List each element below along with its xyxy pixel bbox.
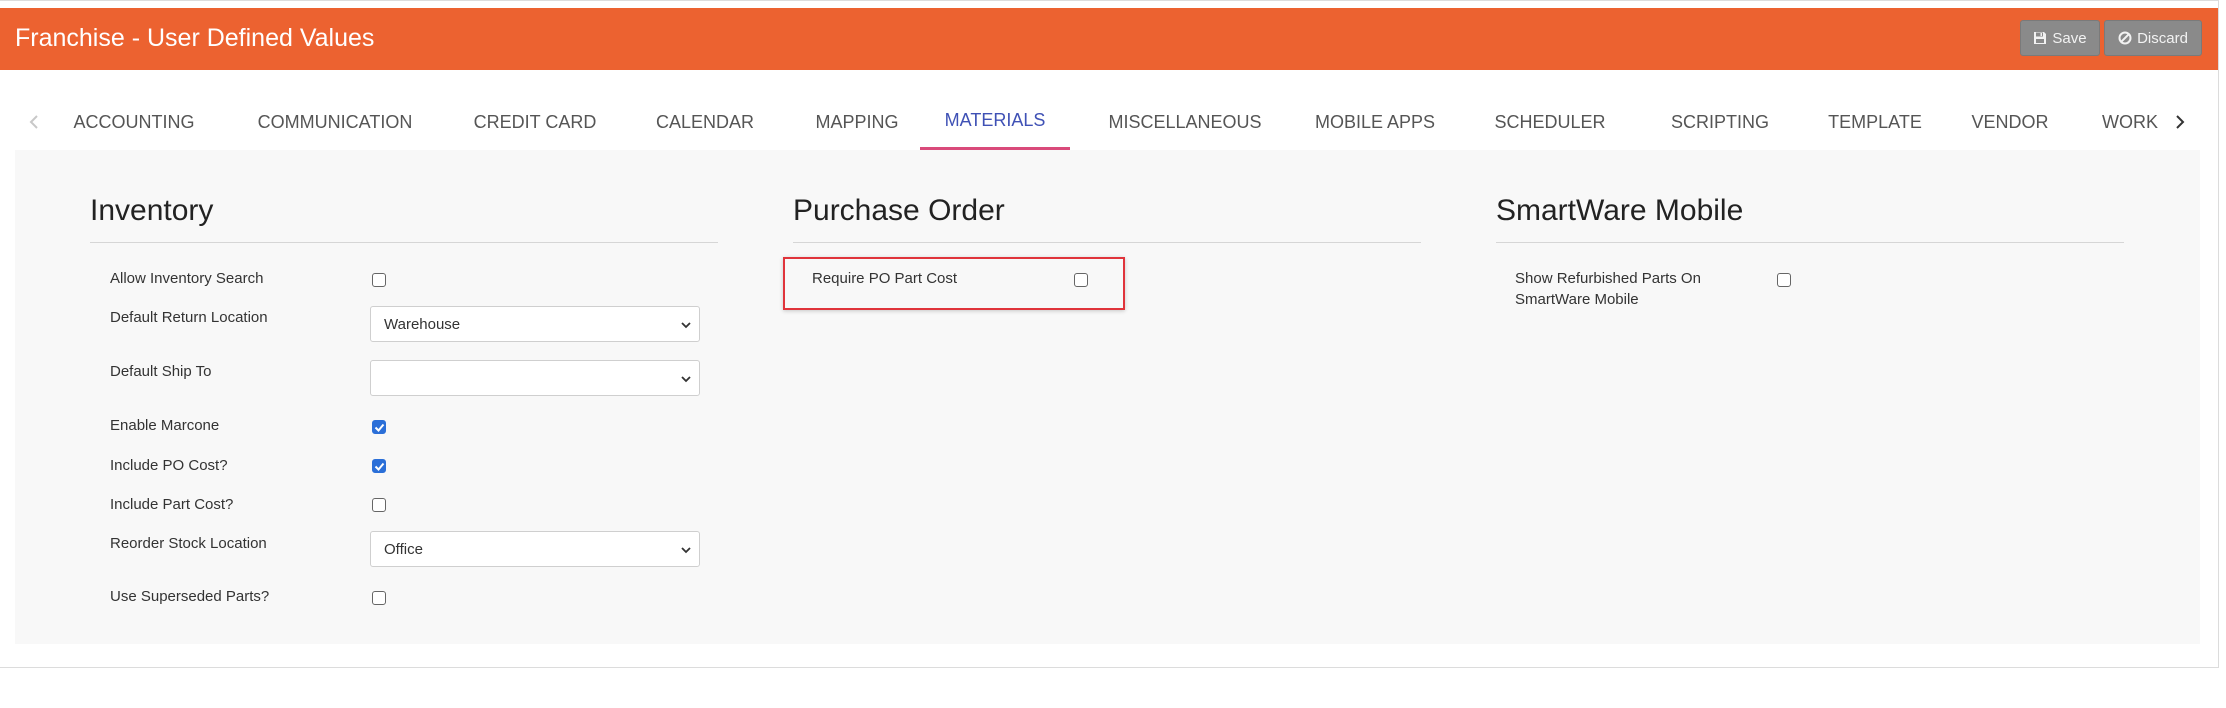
tab-template[interactable]: TEMPLATE [1815, 94, 1935, 150]
include-part-cost-checkbox[interactable] [372, 498, 386, 512]
default-ship-to-label: Default Ship To [110, 363, 212, 380]
tab-miscellaneous[interactable]: MISCELLANEOUS [1105, 94, 1265, 150]
require-po-part-cost-checkbox[interactable] [1074, 273, 1088, 287]
tab-materials[interactable]: MATERIALS [920, 94, 1070, 150]
tab-scroll-left[interactable] [19, 94, 49, 150]
inventory-divider [90, 242, 718, 243]
tab-mobile-apps[interactable]: MOBILE APPS [1305, 94, 1445, 150]
chevron-down-icon [681, 547, 691, 554]
allow-inventory-search-label: Allow Inventory Search [110, 270, 264, 287]
show-refurbished-parts-label: Show Refurbished Parts On SmartWare Mobi… [1515, 268, 1701, 310]
tab-scroll-right[interactable] [2165, 94, 2195, 150]
chevron-down-icon [681, 376, 691, 383]
show-refurbished-parts-checkbox[interactable] [1777, 273, 1791, 287]
smartware-mobile-divider [1496, 242, 2124, 243]
discard-button[interactable]: Discard [2104, 20, 2202, 56]
default-return-location-select[interactable]: Warehouse [370, 306, 700, 342]
ban-icon [2118, 31, 2132, 45]
inventory-title: Inventory [90, 194, 214, 227]
save-icon [2034, 32, 2047, 44]
include-po-cost-label: Include PO Cost? [110, 457, 228, 474]
tab-accounting[interactable]: ACCOUNTING [69, 94, 199, 150]
tab-scripting[interactable]: SCRIPTING [1660, 94, 1780, 150]
discard-button-label: Discard [2137, 29, 2188, 47]
page-title: Franchise - User Defined Values [15, 24, 375, 52]
save-button[interactable]: Save [2020, 20, 2100, 56]
default-return-location-value: Warehouse [384, 315, 461, 333]
materials-panel [15, 150, 2200, 644]
chevron-right-icon [2176, 115, 2185, 129]
enable-marcone-checkbox[interactable] [372, 420, 386, 434]
tab-credit-card[interactable]: CREDIT CARD [470, 94, 600, 150]
use-superseded-parts-checkbox[interactable] [372, 591, 386, 605]
tab-mapping[interactable]: MAPPING [802, 94, 912, 150]
check-icon [374, 462, 385, 471]
show-refurbished-parts-label-line1: Show Refurbished Parts On [1515, 270, 1701, 287]
reorder-stock-location-select[interactable]: Office [370, 531, 700, 567]
show-refurbished-parts-label-line2: SmartWare Mobile [1515, 291, 1639, 308]
default-ship-to-select[interactable] [370, 360, 700, 396]
chevron-down-icon [681, 322, 691, 329]
tab-scheduler[interactable]: SCHEDULER [1485, 94, 1615, 150]
tab-vendor[interactable]: VENDOR [1960, 94, 2060, 150]
allow-inventory-search-checkbox[interactable] [372, 273, 386, 287]
tab-bar: ACCOUNTING COMMUNICATION CREDIT CARD CAL… [15, 94, 2200, 151]
smartware-mobile-title: SmartWare Mobile [1496, 194, 1744, 227]
use-superseded-parts-label: Use Superseded Parts? [110, 588, 270, 605]
default-return-location-label: Default Return Location [110, 309, 268, 326]
include-po-cost-checkbox[interactable] [372, 459, 386, 473]
chevron-left-icon [29, 115, 38, 129]
include-part-cost-label: Include Part Cost? [110, 496, 234, 513]
save-button-label: Save [2052, 29, 2087, 47]
purchase-order-title: Purchase Order [793, 194, 1005, 227]
tab-work[interactable]: WORK [2090, 94, 2170, 150]
reorder-stock-location-label: Reorder Stock Location [110, 535, 267, 552]
check-icon [374, 423, 385, 432]
tab-communication[interactable]: COMMUNICATION [255, 94, 415, 150]
reorder-stock-location-value: Office [384, 540, 423, 558]
purchase-order-divider [793, 242, 1421, 243]
enable-marcone-label: Enable Marcone [110, 417, 220, 434]
tab-calendar[interactable]: CALENDAR [645, 94, 765, 150]
page-header: Franchise - User Defined Values Save Dis… [0, 8, 2218, 70]
require-po-part-cost-label: Require PO Part Cost [812, 270, 958, 287]
